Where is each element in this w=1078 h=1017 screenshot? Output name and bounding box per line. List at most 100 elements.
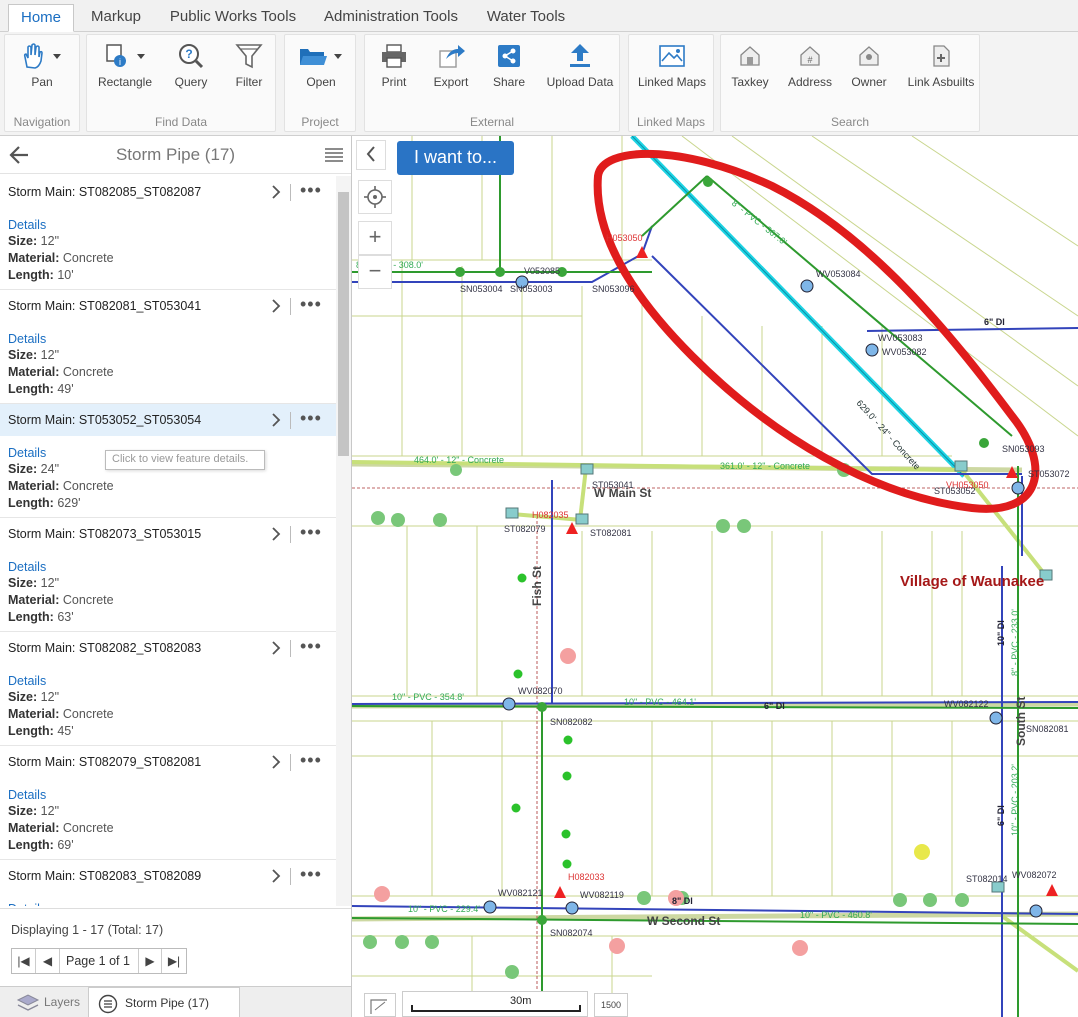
zoom-out-button[interactable]: − — [358, 255, 392, 289]
svg-text:#: # — [807, 55, 812, 65]
node-label: H053050 — [606, 233, 643, 243]
tab-markup[interactable]: Markup — [80, 4, 152, 32]
more-options-icon[interactable]: ••• — [300, 180, 322, 201]
more-options-icon[interactable]: ••• — [300, 522, 322, 543]
taxkey-button[interactable]: Taxkey — [727, 43, 773, 89]
list-item-header[interactable]: Storm Main: ST082085_ST082087 ••• — [0, 176, 336, 208]
share-button[interactable]: Share — [487, 43, 531, 89]
linked-maps-button[interactable]: Linked Maps — [635, 43, 709, 89]
map-canvas[interactable]: Village of Waunakee W Main St W Second S… — [352, 136, 1078, 1017]
link-asbuilts-button[interactable]: Link Asbuilts — [905, 43, 977, 89]
list-menu-icon[interactable] — [324, 147, 344, 163]
list-scrollbar[interactable] — [336, 176, 351, 906]
chevron-right-icon[interactable] — [270, 526, 282, 542]
locate-button[interactable] — [358, 180, 392, 214]
upload-data-button[interactable]: Upload Data — [543, 43, 617, 89]
crosshair-icon — [364, 186, 386, 208]
rectangle-button[interactable]: i Rectangle — [93, 43, 157, 89]
list-item-header[interactable]: Storm Main: ST053052_ST053054 ••• — [0, 404, 336, 436]
coordinate-toggle[interactable] — [364, 993, 396, 1017]
address-button[interactable]: # Address — [785, 43, 835, 89]
list-item-header[interactable]: Storm Main: ST082079_ST082081 ••• — [0, 746, 336, 778]
next-page-button[interactable]: ▶ — [138, 949, 162, 973]
tab-home[interactable]: Home — [8, 4, 74, 32]
query-button[interactable]: ? Query — [167, 43, 215, 89]
last-page-button[interactable]: ▶| — [162, 949, 186, 973]
list-item-header[interactable]: Storm Main: ST082083_ST082089 ••• — [0, 860, 336, 892]
details-link[interactable]: Details — [8, 902, 46, 906]
export-label: Export — [433, 75, 469, 89]
scale-bar: 30m — [402, 991, 588, 1017]
print-label: Print — [381, 75, 407, 89]
list-item[interactable]: Storm Main: ST082082_ST082083 ••• Detail… — [0, 632, 336, 746]
scale-select[interactable]: 1500 — [594, 993, 628, 1017]
filter-button[interactable]: Filter — [225, 43, 273, 89]
more-options-icon[interactable]: ••• — [300, 636, 322, 657]
tab-water-tools[interactable]: Water Tools — [476, 4, 576, 32]
more-options-icon[interactable]: ••• — [300, 408, 322, 429]
node-label: SN082074 — [550, 928, 593, 938]
owner-button[interactable]: Owner — [847, 43, 891, 89]
first-page-button[interactable]: |◀ — [12, 949, 36, 973]
details-link[interactable]: Details — [8, 560, 46, 574]
node-label: WV082122 — [944, 699, 989, 709]
group-label-external: External — [469, 115, 515, 129]
tab-layers[interactable]: Layers — [0, 987, 88, 1017]
export-button[interactable]: Export — [429, 43, 473, 89]
details-link[interactable]: Details — [8, 218, 46, 232]
list-item[interactable]: Storm Main: ST082079_ST082081 ••• Detail… — [0, 746, 336, 860]
zoom-in-button[interactable]: + — [358, 221, 392, 255]
pan-button[interactable]: Pan — [13, 43, 71, 89]
node-label: SN053093 — [1002, 444, 1045, 454]
node-label: V053085 — [524, 266, 561, 276]
chevron-right-icon[interactable] — [270, 184, 282, 200]
chevron-right-icon[interactable] — [270, 868, 282, 884]
pipe-label: 10" DI — [996, 620, 1006, 646]
list-item[interactable]: Storm Main: ST082085_ST082087 ••• Detail… — [0, 176, 336, 290]
details-link[interactable]: Details — [8, 788, 46, 802]
tab-administration-tools[interactable]: Administration Tools — [314, 4, 468, 32]
material-row: Material: Concrete — [8, 593, 114, 607]
more-options-icon[interactable]: ••• — [300, 294, 322, 315]
pager: |◀ ◀ Page 1 of 1 ▶ ▶| — [11, 948, 187, 974]
storm-pipes — [352, 460, 1078, 973]
list-item-header[interactable]: Storm Main: ST082082_ST082083 ••• — [0, 632, 336, 664]
list-item-header[interactable]: Storm Main: ST082073_ST053015 ••• — [0, 518, 336, 550]
i-want-to-button[interactable]: I want to... — [397, 141, 514, 175]
scrollbar-thumb[interactable] — [338, 192, 349, 456]
list-item-header[interactable]: Storm Main: ST082081_ST053041 ••• — [0, 290, 336, 322]
svg-text:?: ? — [185, 47, 192, 61]
chevron-right-icon[interactable] — [270, 412, 282, 428]
size-row: Size: 12" — [8, 690, 60, 704]
list-item[interactable]: Storm Main: ST082081_ST053041 ••• Detail… — [0, 290, 336, 404]
node-label: H082033 — [568, 872, 605, 882]
node-label: ST053041 — [592, 480, 634, 490]
chevron-right-icon[interactable] — [270, 298, 282, 314]
storm-pipe-outline — [631, 136, 965, 477]
street-label-fish: Fish St — [530, 565, 544, 606]
item-title: Storm Main: ST082073_ST053015 — [8, 527, 202, 541]
open-button[interactable]: Open — [291, 43, 351, 89]
tab-storm-pipe[interactable]: Storm Pipe (17) — [88, 987, 240, 1017]
more-options-icon[interactable]: ••• — [300, 864, 322, 885]
node-label: WV082070 — [518, 686, 563, 696]
prev-page-button[interactable]: ◀ — [36, 949, 60, 973]
list-item[interactable]: Storm Main: ST082083_ST082089 ••• Detail… — [0, 860, 336, 906]
details-link[interactable]: Details — [8, 332, 46, 346]
chevron-right-icon[interactable] — [270, 754, 282, 770]
item-title: Storm Main: ST082082_ST082083 — [8, 641, 202, 655]
list-item[interactable]: Storm Main: ST082073_ST053015 ••• Detail… — [0, 518, 336, 632]
node-label: WV082072 — [1012, 870, 1057, 880]
node-label: WV053084 — [816, 269, 861, 279]
back-arrow-icon[interactable] — [8, 145, 30, 165]
link-asbuilts-label: Link Asbuilts — [907, 75, 975, 89]
more-options-icon[interactable]: ••• — [300, 750, 322, 771]
pipe-label: 10" - PVC - 464.1' — [624, 697, 696, 707]
collapse-panel-button[interactable] — [356, 140, 386, 170]
tab-public-works-tools[interactable]: Public Works Tools — [160, 4, 306, 32]
details-link[interactable]: Details — [8, 674, 46, 688]
chevron-right-icon[interactable] — [270, 640, 282, 656]
details-link[interactable]: Details — [8, 446, 46, 460]
scale-tick — [411, 1005, 413, 1012]
print-button[interactable]: Print — [373, 43, 415, 89]
